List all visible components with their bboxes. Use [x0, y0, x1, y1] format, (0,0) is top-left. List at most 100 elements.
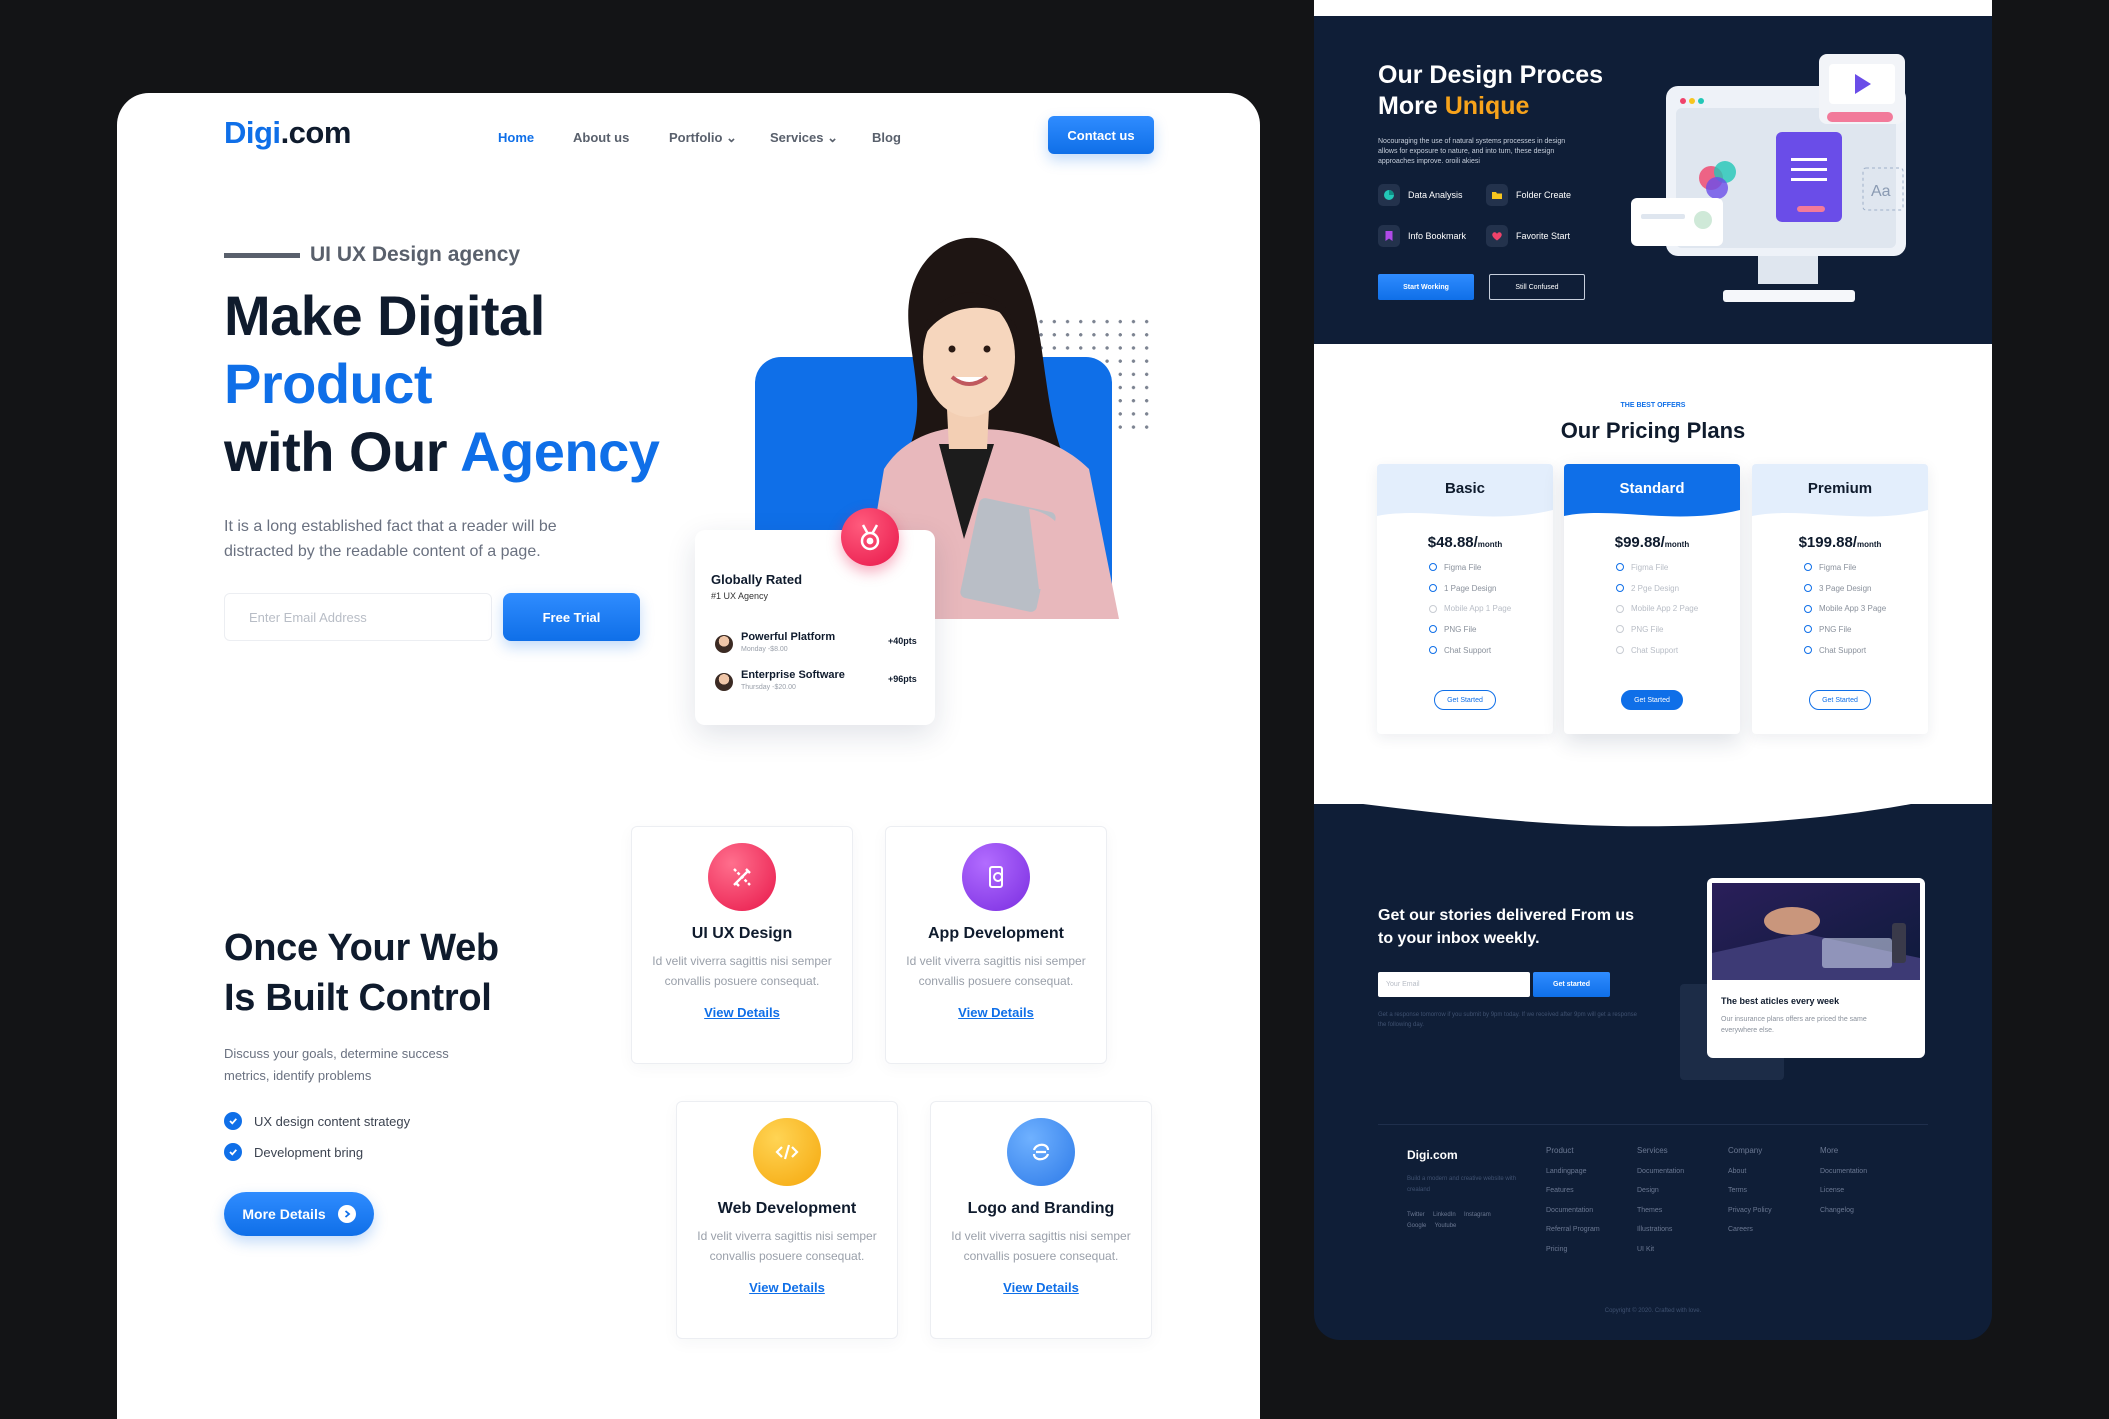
plan-feature: Chat Support [1377, 640, 1553, 661]
view-details-link[interactable]: View Details [1003, 1280, 1079, 1295]
service-card[interactable]: Web Development Id velit viverra sagitti… [676, 1101, 898, 1339]
feature-item: Folder Create [1486, 184, 1571, 206]
plan-feature: Figma File [1564, 557, 1740, 578]
view-details-link[interactable]: View Details [749, 1280, 825, 1295]
get-started-newsletter-button[interactable]: Get started [1533, 972, 1610, 997]
hero-title: Make Digital Product with Our Agency [224, 282, 660, 486]
footer-column-heading: Company [1728, 1146, 1763, 1155]
bookmark-icon [1378, 225, 1400, 247]
nav-portfolio[interactable]: Portfolio ⌄ [669, 130, 737, 146]
footer-link[interactable]: Features [1546, 1187, 1600, 1194]
email-input[interactable]: Enter Email Address [224, 593, 492, 641]
get-started-button[interactable]: Get Started [1621, 690, 1683, 711]
article-photo [1712, 883, 1920, 980]
service-description: Id velit viverra sagittis nisi semper co… [906, 954, 1086, 988]
article-card[interactable]: The best aticles every week Our insuranc… [1707, 878, 1925, 1058]
footer-link[interactable]: About [1728, 1168, 1772, 1175]
rating-item-points: +96pts [888, 674, 917, 684]
branding-swirl-icon [1007, 1118, 1075, 1186]
hero-title-line3: with Our [224, 420, 448, 483]
footer-link[interactable]: Referral Program [1546, 1226, 1600, 1233]
footer-link[interactable]: Documentation [1546, 1207, 1600, 1214]
svg-text:Aa: Aa [1871, 183, 1891, 200]
pricing-title: Our Pricing Plans [1560, 418, 1746, 443]
top-strip [1314, 0, 1992, 16]
plan-feature: Figma File [1377, 557, 1553, 578]
footer-link[interactable]: Pricing [1546, 1246, 1600, 1253]
footer-link[interactable]: Themes [1637, 1207, 1684, 1214]
copyright: Copyright © 2020. Crafted with love. [1604, 1308, 1702, 1314]
footer-link[interactable]: License [1820, 1187, 1867, 1194]
check-label: UX design content strategy [254, 1113, 411, 1129]
free-trial-button[interactable]: Free Trial [503, 593, 640, 641]
view-details-link[interactable]: View Details [958, 1005, 1034, 1020]
wave-divider [1314, 760, 1992, 827]
plan-header: Standard [1564, 464, 1740, 522]
get-started-button[interactable]: Get Started [1809, 690, 1871, 711]
footer-link[interactable]: Changelog [1820, 1207, 1867, 1214]
more-details-button[interactable]: More Details [224, 1192, 374, 1236]
nav-services[interactable]: Services ⌄ [770, 130, 838, 146]
plan-features: Figma File 3 Page Design Mobile App 3 Pa… [1752, 557, 1928, 660]
plan-header: Basic [1377, 464, 1553, 522]
plan-feature: PNG File [1377, 619, 1553, 640]
nav-home[interactable]: Home [498, 130, 534, 145]
mobile-gear-icon [962, 843, 1030, 911]
get-started-button[interactable]: Get Started [1434, 690, 1496, 711]
nav-blog[interactable]: Blog [872, 130, 901, 145]
footer-link[interactable]: Privacy Policy [1728, 1207, 1772, 1214]
rating-item-name: Powerful Platform [741, 631, 836, 643]
linkedin-link[interactable]: LinkedIn [1433, 1212, 1456, 1218]
design-title-line1: Our Design Proces [1378, 61, 1604, 89]
footer-link[interactable]: Careers [1728, 1226, 1772, 1233]
view-details-link[interactable]: View Details [704, 1005, 780, 1020]
footer-link[interactable]: Landingpage [1546, 1168, 1600, 1175]
start-working-button[interactable]: Start Working [1378, 274, 1474, 300]
control-title-line2: Is Built Control [224, 977, 492, 1019]
footer-link[interactable]: Illustrations [1637, 1226, 1684, 1233]
computer-illustration: Aa [1631, 54, 1906, 302]
footer-link[interactable]: Documentation [1637, 1168, 1684, 1175]
rating-item-meta: Monday -$8.00 [741, 646, 788, 653]
plan-feature: Chat Support [1752, 640, 1928, 661]
service-description: Id velit viverra sagittis nisi semper co… [697, 1229, 877, 1263]
pricing-card-premium: Premium $199.88/month Figma File 3 Page … [1752, 464, 1928, 734]
service-card[interactable]: UI UX Design Id velit viverra sagittis n… [631, 826, 853, 1064]
footer-link[interactable]: UI Kit [1637, 1246, 1684, 1253]
instagram-link[interactable]: Instagram [1464, 1212, 1491, 1218]
heart-icon [1486, 225, 1508, 247]
more-details-label: More Details [242, 1206, 326, 1222]
hero-title-highlight: Agency [460, 420, 660, 483]
youtube-link[interactable]: Youtube [1435, 1223, 1457, 1229]
pricing-card-basic: Basic $48.88/month Figma File 1 Page Des… [1377, 464, 1553, 734]
design-title: Our Design Proces More Unique [1378, 60, 1603, 122]
contact-button[interactable]: Contact us [1048, 116, 1154, 154]
plan-feature: PNG File [1752, 619, 1928, 640]
article-title: The best aticles every week [1721, 996, 1840, 1006]
footer-column-product: Product Landingpage Features Documentati… [1546, 1146, 1600, 1253]
control-description: Discuss your goals, determine success me… [224, 1046, 449, 1083]
check-item: Development bring [224, 1143, 363, 1161]
google-link[interactable]: Google [1407, 1223, 1426, 1229]
service-card[interactable]: App Development Id velit viverra sagitti… [885, 826, 1107, 1064]
footer-column-company: Company About Terms Privacy Policy Caree… [1728, 1146, 1772, 1233]
service-title: Web Development [717, 1200, 857, 1217]
service-card[interactable]: Logo and Branding Id velit viverra sagit… [930, 1101, 1152, 1339]
newsletter-email-input[interactable]: Your Email [1378, 972, 1530, 997]
landing-page-preview: Digi.com Home About us Portfolio ⌄ Servi… [117, 93, 1260, 1419]
footer-link[interactable]: Design [1637, 1187, 1684, 1194]
plan-features: Figma File 2 Pge Design Mobile App 2 Pag… [1564, 557, 1740, 660]
nav-about[interactable]: About us [573, 130, 629, 145]
check-icon [224, 1143, 242, 1161]
footer-link[interactable]: Documentation [1820, 1168, 1867, 1175]
footer-column-services: Services Documentation Design Themes Ill… [1637, 1146, 1684, 1253]
twitter-link[interactable]: Twitter [1407, 1212, 1425, 1218]
folder-icon [1486, 184, 1508, 206]
plan-header: Premium [1752, 464, 1928, 522]
plan-feature: Mobile App 2 Page [1564, 598, 1740, 619]
logo[interactable]: Digi.com [224, 115, 351, 151]
footer-link[interactable]: Terms [1728, 1187, 1772, 1194]
still-confused-button[interactable]: Still Confused [1489, 274, 1585, 300]
footer-brand: Digi.com [1407, 1148, 1458, 1162]
control-title-line1: Once Your Web [224, 927, 499, 969]
